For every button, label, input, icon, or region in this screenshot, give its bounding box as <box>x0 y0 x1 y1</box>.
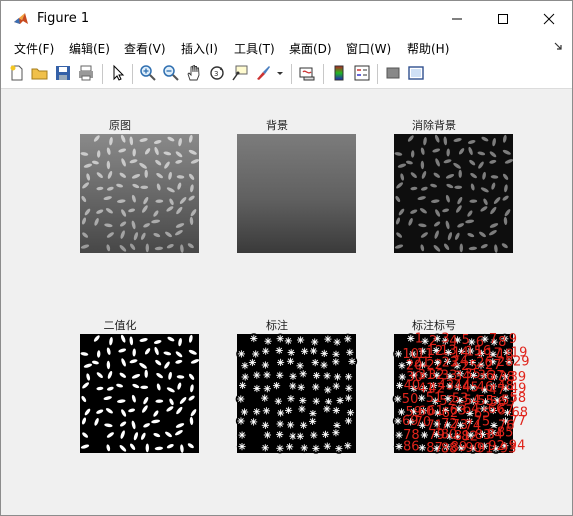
zoom-in-icon[interactable] <box>139 64 157 82</box>
rice-grain <box>458 169 462 178</box>
axes-title: 原图 <box>109 119 131 132</box>
menu-tools[interactable]: 工具(T) <box>234 40 275 57</box>
background-removed-image <box>394 134 513 253</box>
menu-window[interactable]: 窗口(W) <box>346 40 391 57</box>
data-cursor-icon[interactable] <box>231 64 249 82</box>
toolbar-separator <box>291 64 292 84</box>
maximize-button[interactable] <box>480 1 526 37</box>
axes-title: 消除背景 <box>412 119 456 132</box>
menu-edit[interactable]: 编辑(E) <box>69 40 110 57</box>
menu-view[interactable]: 查看(V) <box>124 40 166 57</box>
labeled-image: 1 2 3 4 5 6 7 8 9 10 11 12 13 14 15 16 17 18 19 20 21 22 23 24 2… <box>392 332 530 457</box>
menu-bar: 文件(F) 编辑(E) 查看(V) 插入(I) 工具(T) 桌面(D) 窗口(W… <box>1 37 572 59</box>
link-plot-icon[interactable] <box>298 64 316 82</box>
show-plot-tools-icon[interactable] <box>407 64 425 82</box>
binary-image <box>80 334 199 453</box>
rice-grain <box>459 243 463 253</box>
close-icon <box>543 13 555 25</box>
insert-colorbar-icon[interactable] <box>330 64 348 82</box>
rice-grain <box>144 169 148 178</box>
edit-plot-arrow-icon[interactable] <box>109 64 127 82</box>
close-button[interactable] <box>526 1 572 37</box>
grain-index-label: 94 <box>509 439 526 454</box>
menu-help[interactable]: 帮助(H) <box>407 40 449 57</box>
svg-text:3: 3 <box>214 70 218 78</box>
new-figure-icon[interactable] <box>8 64 26 82</box>
brush-dropdown-icon[interactable] <box>275 64 285 82</box>
menu-file[interactable]: 文件(F) <box>14 40 54 57</box>
hide-plot-tools-icon[interactable] <box>384 64 402 82</box>
matlab-logo-icon <box>14 13 28 24</box>
toolbar: 3 <box>1 59 572 89</box>
print-icon[interactable] <box>77 64 95 82</box>
brush-icon[interactable] <box>254 64 272 82</box>
original-image <box>80 134 199 253</box>
grain-index-label: 29 <box>513 354 530 369</box>
axes-title: 标注 <box>266 319 288 332</box>
menu-desktop[interactable]: 桌面(D) <box>289 40 332 57</box>
toolbar-separator <box>377 64 378 84</box>
insert-legend-icon[interactable] <box>353 64 371 82</box>
rice-grain <box>145 243 149 253</box>
zoom-out-icon[interactable] <box>162 64 180 82</box>
rice-grain <box>145 443 149 453</box>
grain-index-label: 86 <box>403 440 420 455</box>
marked-image <box>235 333 358 454</box>
grain-index-label: 1 <box>415 332 423 347</box>
open-file-icon[interactable] <box>31 64 49 82</box>
toolbar-separator <box>323 64 324 84</box>
window-title: Figure 1 <box>37 11 90 26</box>
toolbar-separator <box>102 64 103 84</box>
rotate-3d-icon[interactable]: 3 <box>208 64 226 82</box>
title-bar[interactable]: Figure 1 <box>1 1 572 37</box>
background-image <box>237 134 356 253</box>
figure-window: Figure 1 文件(F) 编辑(E) 查看(V) 插入(I) 工具(T) 桌… <box>0 0 573 516</box>
axes-title: 二值化 <box>103 319 137 332</box>
minimize-button[interactable] <box>434 1 480 37</box>
save-icon[interactable] <box>54 64 72 82</box>
dock-arrow-icon[interactable] <box>553 41 563 51</box>
menu-insert[interactable]: 插入(I) <box>181 40 218 57</box>
pan-hand-icon[interactable] <box>185 64 203 82</box>
rice-grain <box>144 369 148 378</box>
maximize-icon <box>498 14 508 24</box>
minimize-icon <box>452 18 462 20</box>
toolbar-separator <box>132 64 133 84</box>
axes-title: 标注标号 <box>412 319 456 332</box>
grain-index-label: 28 <box>497 355 514 370</box>
figure-canvas: 原图 背景 消除背景 二值化 标注 标注标号 1 2 3 4 5 6 7 8 9… <box>6 90 569 511</box>
axes-title: 背景 <box>266 119 288 132</box>
